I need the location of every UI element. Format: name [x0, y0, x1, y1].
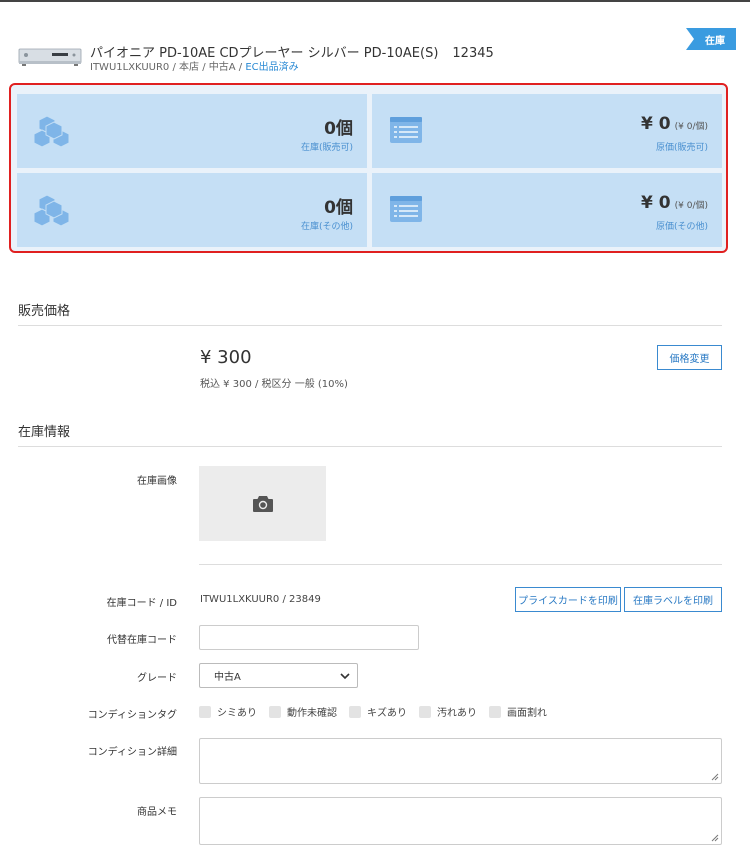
- condition-tag-screen-crack[interactable]: 画面割れ: [489, 704, 547, 719]
- condition-tag-unverified[interactable]: 動作未確認: [269, 704, 337, 719]
- stock-sellable-card: 0個 在庫(販売可): [17, 94, 367, 168]
- checkbox[interactable]: [199, 705, 211, 718]
- cost-sellable-value: ¥ 0: [641, 114, 671, 134]
- condition-tag-scratch[interactable]: キズあり: [349, 704, 407, 719]
- camera-icon: [252, 495, 273, 512]
- cost-other-card: ¥ 0 (¥ 0/個) 原価(その他): [372, 173, 722, 247]
- cubes-icon: [33, 194, 70, 227]
- stock-info-heading: 在庫情報: [18, 425, 71, 440]
- condition-tag-dirt[interactable]: 汚れあり: [419, 704, 477, 719]
- cost-other-value: ¥ 0: [641, 193, 671, 213]
- cost-sellable-label: 原価(販売可): [655, 143, 708, 153]
- condition-tag-label: コンディションタグ: [87, 710, 177, 721]
- tag-label: 動作未確認: [287, 708, 337, 719]
- cost-sellable-unit: (¥ 0/個): [674, 122, 708, 132]
- sales-price-tax-detail: 税込 ¥ 300 / 税区分 一般 (10%): [200, 379, 348, 390]
- condition-detail-textarea[interactable]: [199, 738, 722, 784]
- product-meta: ITWU1LXKUUR0 / 本店 / 中古A /: [90, 62, 246, 73]
- print-stock-label-button[interactable]: 在庫ラベルを印刷: [624, 587, 722, 612]
- field-divider: [199, 564, 722, 565]
- resize-handle-icon[interactable]: [711, 834, 719, 842]
- change-price-button[interactable]: 価格変更: [657, 345, 722, 370]
- grade-label: グレード: [137, 673, 177, 684]
- grade-selected-value: 中古A: [214, 672, 241, 683]
- stock-summary-panel: 0個 在庫(販売可) ¥ 0 (¥ 0/個) 原価(販売可) 0個 在庫(その他): [9, 83, 728, 253]
- tag-label: シミあり: [217, 708, 257, 719]
- cost-other-label: 原価(その他): [655, 222, 708, 232]
- resize-handle-icon[interactable]: [711, 773, 719, 781]
- section-divider: [18, 446, 722, 447]
- cubes-icon: [33, 115, 70, 148]
- product-number: 12345: [452, 46, 494, 61]
- print-price-card-button[interactable]: プライスカードを印刷: [515, 587, 621, 612]
- stock-sellable-value: 0個: [324, 119, 353, 139]
- checkbox[interactable]: [349, 705, 361, 718]
- cost-sellable-card: ¥ 0 (¥ 0/個) 原価(販売可): [372, 94, 722, 168]
- checkbox[interactable]: [419, 705, 431, 718]
- condition-detail-label: コンディション詳細: [87, 747, 177, 758]
- alt-code-input[interactable]: [199, 625, 419, 650]
- condition-tag-stain[interactable]: シミあり: [199, 704, 257, 719]
- alt-code-label: 代替在庫コード: [107, 635, 177, 646]
- product-subtitle: ITWU1LXKUUR0 / 本店 / 中古A / EC出品済み: [90, 58, 299, 73]
- top-border: [0, 0, 750, 2]
- product-memo-textarea[interactable]: [199, 797, 722, 845]
- chevron-down-icon: [340, 673, 350, 680]
- sales-price-value: ¥ 300: [200, 347, 252, 368]
- tag-label: キズあり: [367, 708, 407, 719]
- stock-image-upload[interactable]: [199, 466, 326, 541]
- product-memo-label: 商品メモ: [137, 807, 177, 818]
- stock-image-label: 在庫画像: [137, 476, 177, 487]
- list-card-icon: [390, 196, 422, 222]
- stock-sellable-label: 在庫(販売可): [300, 143, 353, 153]
- stock-other-value: 0個: [324, 198, 353, 218]
- grade-select[interactable]: 中古A: [199, 663, 358, 688]
- product-thumbnail: [18, 48, 82, 66]
- checkbox[interactable]: [489, 705, 501, 718]
- ec-listed-link[interactable]: EC出品済み: [245, 62, 298, 73]
- tag-label: 画面割れ: [507, 708, 547, 719]
- section-divider: [18, 325, 722, 326]
- stock-code-value: ITWU1LXKUUR0 / 23849: [200, 594, 321, 605]
- sales-price-heading: 販売価格: [18, 304, 71, 319]
- status-ribbon: 在庫: [686, 28, 736, 50]
- cost-other-unit: (¥ 0/個): [674, 201, 708, 211]
- stock-code-label: 在庫コード / ID: [106, 598, 177, 609]
- tag-label: 汚れあり: [437, 708, 477, 719]
- condition-tag-list: シミあり 動作未確認 キズあり 汚れあり 画面割れ: [199, 704, 559, 719]
- stock-other-label: 在庫(その他): [300, 222, 353, 232]
- checkbox[interactable]: [269, 705, 281, 718]
- stock-other-card: 0個 在庫(その他): [17, 173, 367, 247]
- list-card-icon: [390, 117, 422, 143]
